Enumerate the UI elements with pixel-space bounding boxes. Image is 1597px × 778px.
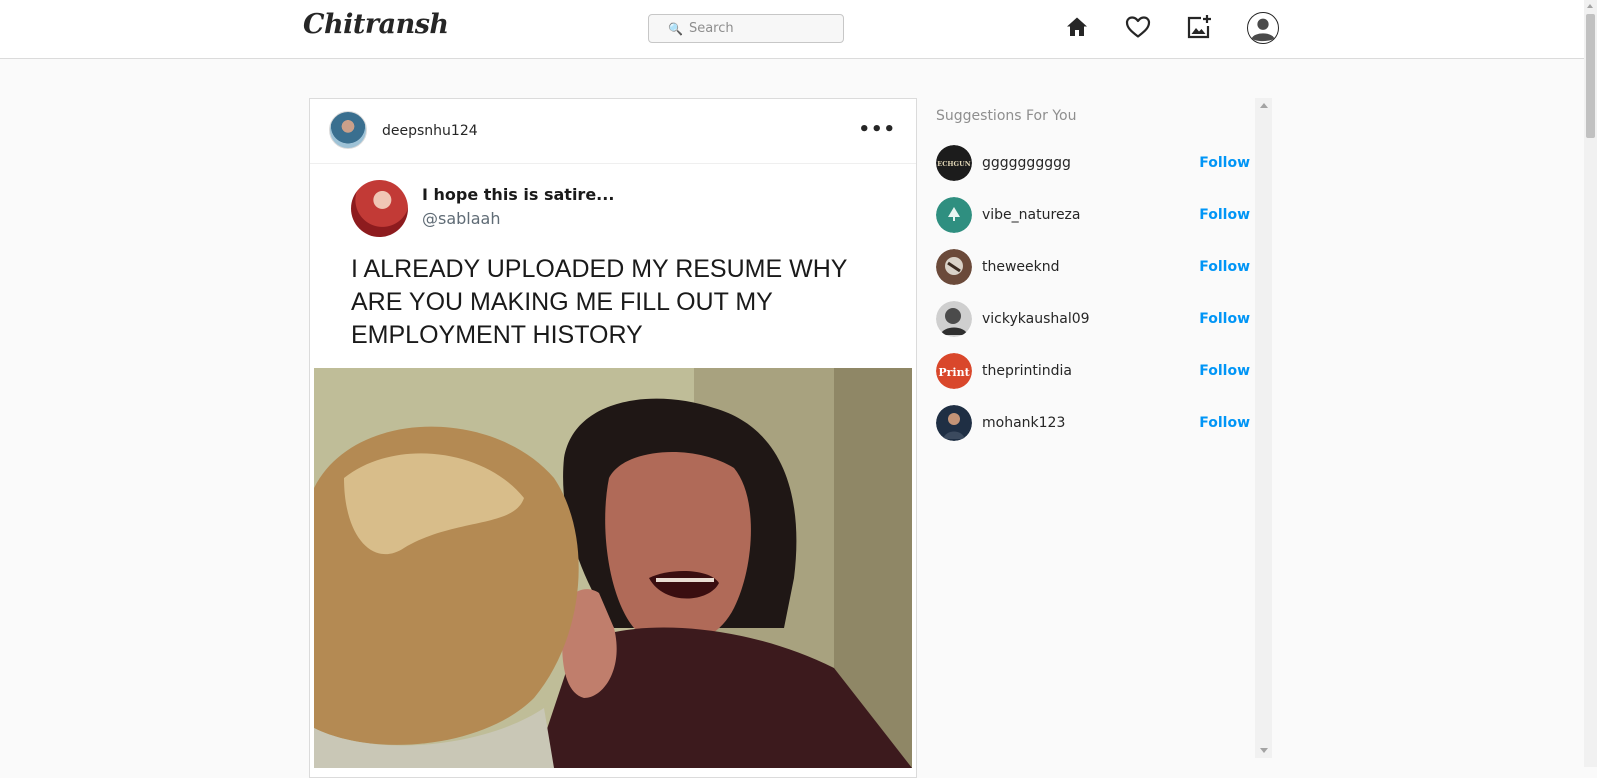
suggestions-panel: Suggestions For You ECHGUN gggggggggg Fo…	[918, 98, 1274, 758]
suggestion-row: mohank123 Follow	[936, 404, 1256, 442]
home-icon[interactable]	[1062, 12, 1092, 42]
suggestion-avatar[interactable]	[936, 405, 972, 441]
suggestions-scrollbar[interactable]	[1255, 98, 1272, 758]
suggestion-row: theweeknd Follow	[936, 248, 1256, 286]
follow-button[interactable]: Follow	[1199, 259, 1250, 275]
scrollbar-thumb[interactable]	[1586, 14, 1595, 138]
suggestion-avatar[interactable]	[936, 301, 972, 337]
follow-button[interactable]: Follow	[1199, 415, 1250, 431]
follow-button[interactable]: Follow	[1199, 207, 1250, 223]
follow-button[interactable]: Follow	[1199, 363, 1250, 379]
post-photo[interactable]	[314, 368, 912, 768]
post-author-avatar[interactable]	[329, 111, 367, 149]
search-input[interactable]: 🔍 Search	[648, 14, 844, 43]
avatar-text: Print	[938, 366, 970, 379]
suggestion-avatar[interactable]	[936, 249, 972, 285]
suggestion-username[interactable]: mohank123	[982, 415, 1199, 431]
suggestion-username[interactable]: theprintindia	[982, 363, 1199, 379]
suggestion-row: vickykaushal09 Follow	[936, 300, 1256, 338]
suggestion-row: ECHGUN gggggggggg Follow	[936, 144, 1256, 182]
search-placeholder: Search	[688, 21, 734, 36]
suggestions-title: Suggestions For You	[936, 108, 1077, 124]
suggestion-row: Print theprintindia Follow	[936, 352, 1256, 390]
tweet-text: I ALREADY UPLOADED MY RESUME WHY ARE YOU…	[351, 255, 847, 349]
post-photo-illustration	[314, 368, 912, 768]
post-card: deepsnhu124 ••• I hope this is satire...…	[309, 98, 917, 778]
post-image-tweet: I hope this is satire... @sablaah I ALRE…	[310, 165, 916, 363]
top-navbar: Chitransh 🔍 Search	[0, 0, 1584, 59]
tweet-name: I hope this is satire...	[422, 185, 615, 204]
scroll-down-arrow-icon[interactable]	[1260, 748, 1268, 753]
tweet-avatar	[351, 180, 408, 237]
suggestion-username[interactable]: gggggggggg	[982, 155, 1199, 171]
suggestion-avatar[interactable]	[936, 197, 972, 233]
more-options-icon[interactable]: •••	[858, 119, 896, 140]
post-header: deepsnhu124 •••	[310, 99, 916, 164]
scroll-up-arrow-icon[interactable]	[1260, 103, 1268, 108]
suggestion-username[interactable]: vickykaushal09	[982, 311, 1199, 327]
suggestion-avatar[interactable]: Print	[936, 353, 972, 389]
heart-icon[interactable]	[1123, 12, 1153, 42]
suggestion-avatar[interactable]: ECHGUN	[936, 145, 972, 181]
suggestion-username[interactable]: theweeknd	[982, 259, 1199, 275]
avatar-icon[interactable]	[1247, 12, 1279, 44]
post-username[interactable]: deepsnhu124	[382, 123, 478, 139]
avatar-text: ECHGUN	[937, 160, 970, 168]
suggestion-row: vibe_natureza Follow	[936, 196, 1256, 234]
add-photo-icon[interactable]	[1184, 12, 1214, 42]
suggestion-username[interactable]: vibe_natureza	[982, 207, 1199, 223]
follow-button[interactable]: Follow	[1199, 311, 1250, 327]
brand-logo[interactable]: Chitransh	[303, 9, 449, 40]
scroll-up-arrow-icon[interactable]	[1587, 4, 1593, 8]
follow-button[interactable]: Follow	[1199, 155, 1250, 171]
tweet-handle: @sablaah	[422, 209, 501, 228]
page-scrollbar[interactable]	[1584, 0, 1597, 767]
search-icon: 🔍	[668, 21, 683, 36]
